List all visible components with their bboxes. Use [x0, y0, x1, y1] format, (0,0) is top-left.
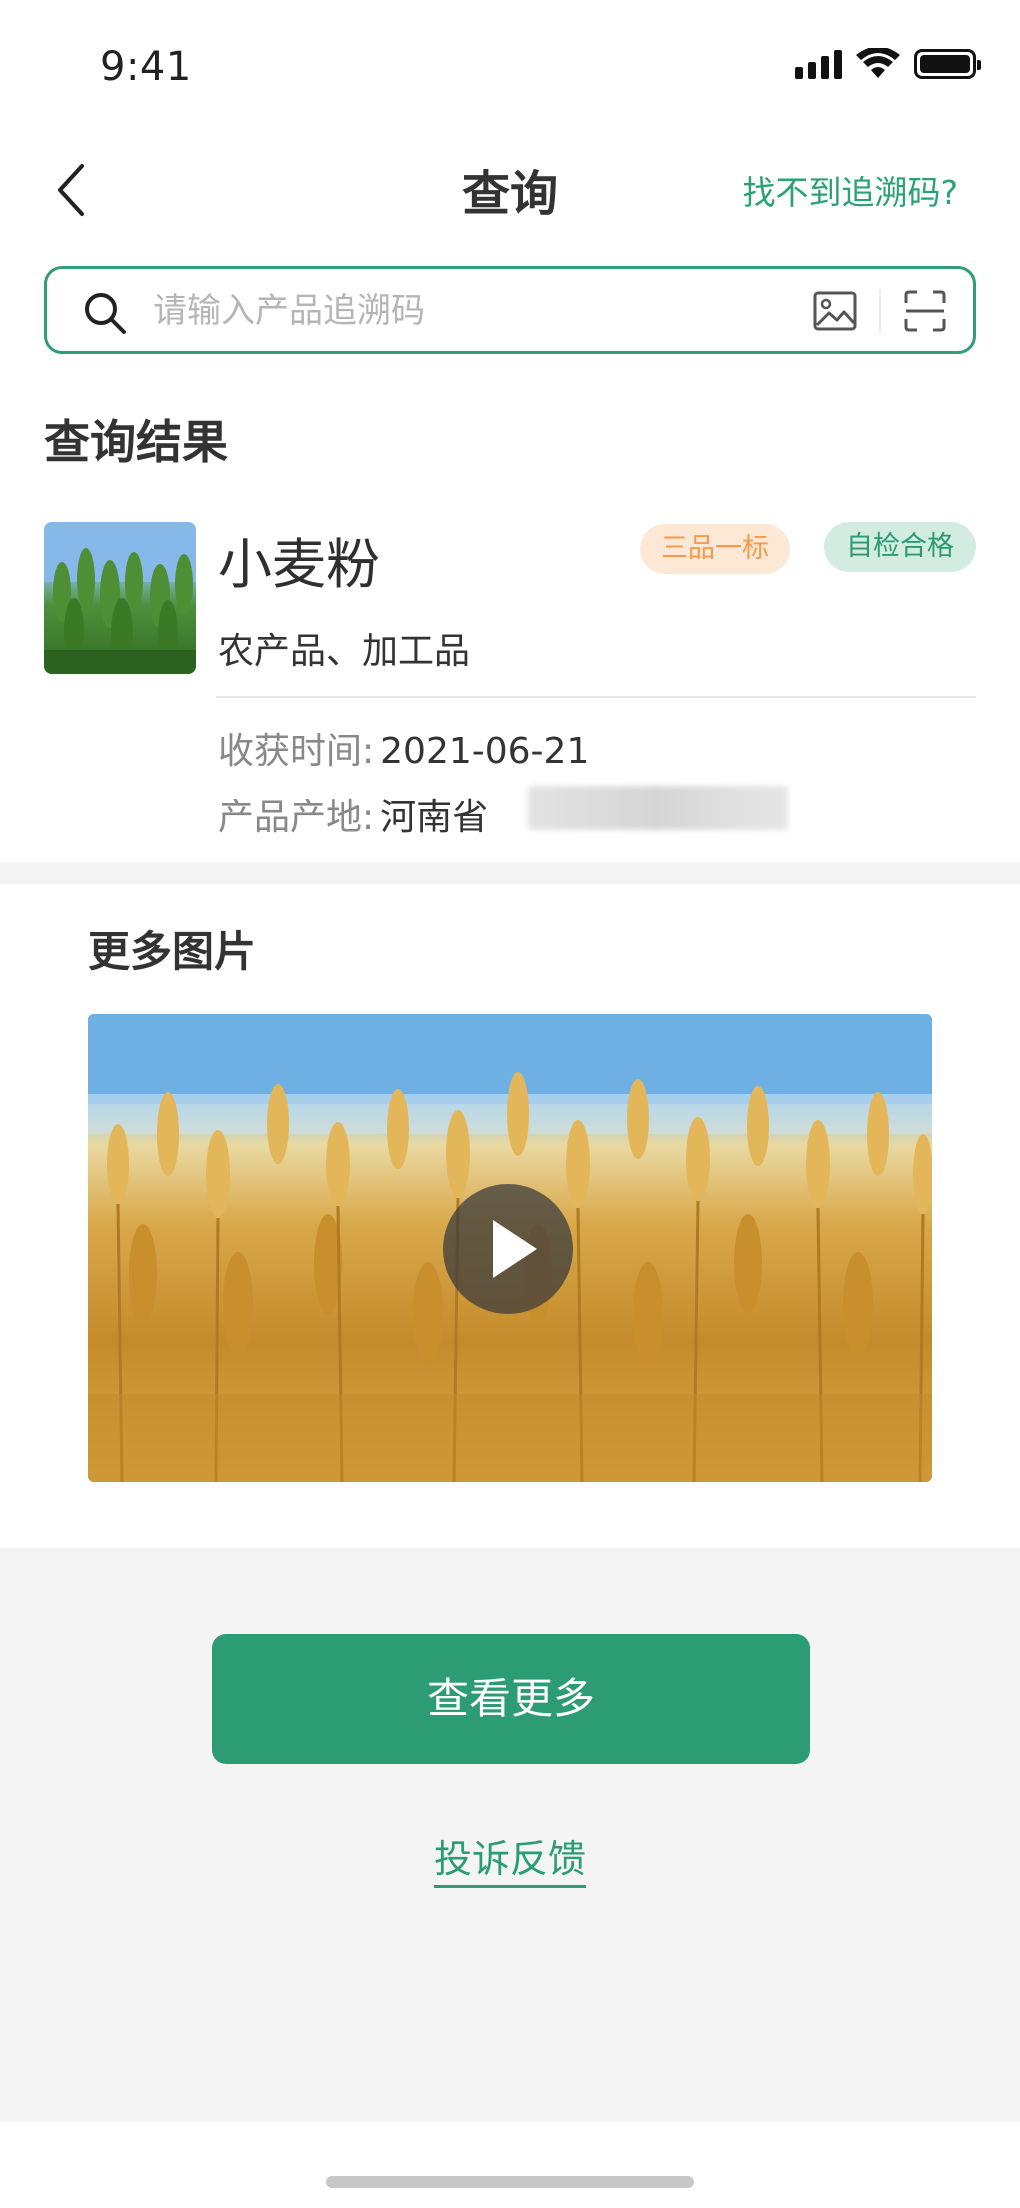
product-thumbnail[interactable]	[44, 522, 196, 674]
harvest-label: 收获时间:	[218, 731, 375, 772]
search-divider	[879, 289, 881, 333]
self-check-badge: 自检合格	[824, 522, 976, 572]
query-screen: 9:41 查询 找不到追溯码? 请输入产品追溯码 查询结果 小麦粉 三品一标 自…	[0, 0, 1020, 2208]
feedback-link[interactable]: 投诉反馈	[433, 1837, 586, 1888]
view-more-button[interactable]: 查看更多	[212, 1634, 810, 1764]
origin-value: 河南省	[380, 797, 489, 838]
battery-icon	[914, 49, 981, 79]
home-indicator[interactable]	[326, 2176, 694, 2188]
origin-label: 产品产地:	[218, 797, 375, 838]
origin-redacted	[528, 786, 788, 830]
product-category: 农产品、加工品	[218, 631, 471, 672]
bottom-bar	[0, 2122, 1020, 2208]
scan-icon[interactable]	[903, 289, 947, 333]
status-time: 9:41	[100, 44, 192, 90]
product-divider	[216, 696, 976, 698]
image-icon[interactable]	[813, 291, 857, 331]
origin-row: 产品产地: 河南省	[218, 788, 488, 840]
search-input[interactable]	[153, 287, 813, 335]
certification-badge: 三品一标	[640, 524, 790, 574]
wifi-icon	[856, 48, 900, 78]
search-icon	[85, 293, 126, 334]
status-icons	[795, 48, 981, 80]
harvest-row: 收获时间: 2021-06-21	[218, 722, 589, 774]
play-icon[interactable]	[443, 1184, 573, 1314]
missing-code-link[interactable]: 找不到追溯码?	[742, 166, 958, 214]
signal-icon	[795, 49, 842, 79]
more-images-title: 更多图片	[88, 927, 257, 976]
feedback-row: 投诉反馈	[0, 1828, 1020, 1888]
harvest-value: 2021-06-21	[380, 731, 590, 772]
product-name: 小麦粉	[218, 533, 380, 596]
result-section-title: 查询结果	[44, 415, 228, 469]
search-bar	[44, 266, 976, 354]
